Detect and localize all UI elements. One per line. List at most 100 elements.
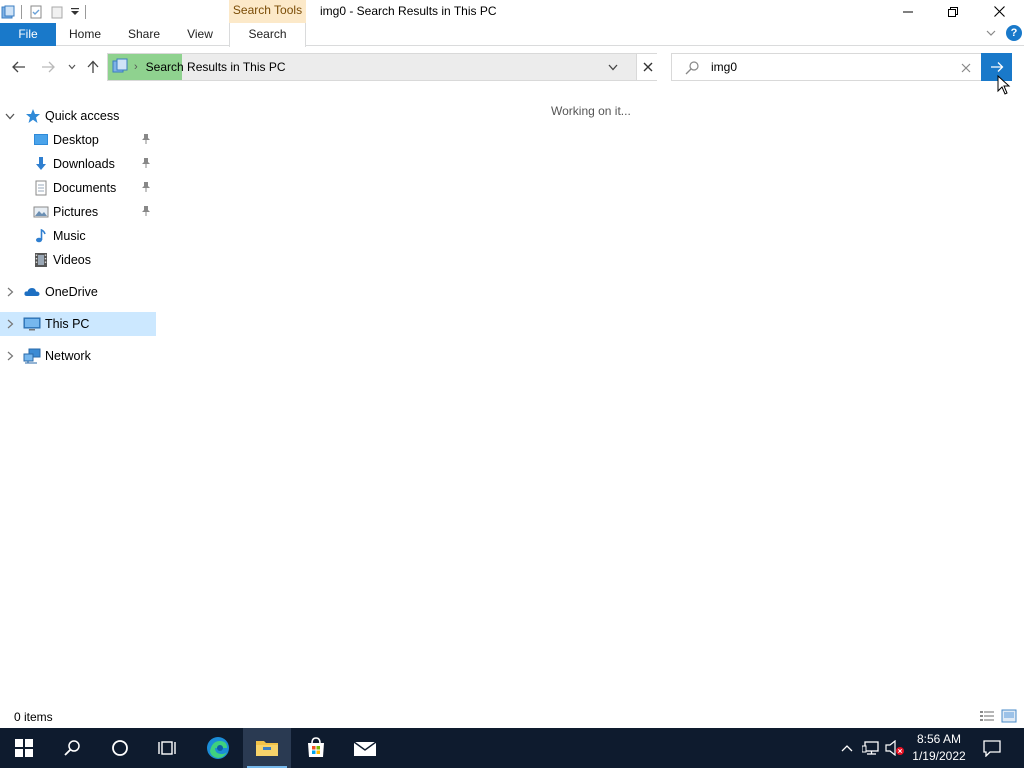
stop-search-button[interactable] <box>636 54 658 80</box>
up-arrow-icon <box>87 60 99 73</box>
title-bar: Search Tools img0 - Search Results in Th… <box>0 0 1024 23</box>
navigation-bar: › Search Results in This PC img0 <box>0 47 1024 95</box>
working-status-message: Working on it... <box>551 104 631 118</box>
breadcrumb-current[interactable]: Search Results in This PC <box>146 60 286 74</box>
address-bar[interactable]: › Search Results in This PC <box>107 53 658 81</box>
music-icon <box>33 228 49 244</box>
tab-share[interactable]: Share <box>122 23 166 46</box>
forward-arrow-icon <box>42 61 55 73</box>
microsoft-store-taskbar-button[interactable] <box>292 728 340 768</box>
sidebar-item-label: This PC <box>45 317 90 331</box>
clear-search-button[interactable] <box>958 60 974 76</box>
customize-qat-icon[interactable] <box>70 4 80 20</box>
notifications-icon <box>983 740 1001 757</box>
sidebar-item-label: Network <box>45 349 91 363</box>
videos-icon <box>33 252 49 268</box>
windows-logo-icon <box>15 739 33 757</box>
sidebar-item-downloads[interactable]: Downloads <box>0 152 156 176</box>
search-box[interactable]: img0 <box>671 53 1012 81</box>
tab-file[interactable]: File <box>0 23 56 46</box>
chevron-right-icon[interactable] <box>4 318 16 330</box>
network-tray-button[interactable] <box>860 728 882 768</box>
pin-icon <box>141 157 153 171</box>
window-title: img0 - Search Results in This PC <box>320 4 497 18</box>
sidebar-item-videos[interactable]: Videos <box>0 248 156 272</box>
pictures-icon <box>33 204 49 220</box>
tab-view[interactable]: View <box>180 23 220 46</box>
ribbon-right-controls: ? <box>986 25 1022 41</box>
cortana-button[interactable] <box>96 728 144 768</box>
sidebar-item-label: Pictures <box>53 205 99 219</box>
forward-button[interactable] <box>38 57 58 77</box>
new-folder-icon[interactable] <box>49 4 65 20</box>
sidebar-item-label: Quick access <box>45 109 120 123</box>
sidebar-item-this-pc[interactable]: This PC <box>0 312 156 336</box>
show-hidden-icons-button[interactable] <box>838 728 856 768</box>
sidebar-item-label: Documents <box>53 181 117 195</box>
sidebar-item-label: Videos <box>53 253 91 267</box>
help-icon[interactable]: ? <box>1006 25 1022 41</box>
back-arrow-icon <box>12 61 25 73</box>
sidebar-item-quick-access[interactable]: Quick access <box>0 104 156 128</box>
back-button[interactable] <box>9 57 29 77</box>
close-icon <box>643 62 652 72</box>
star-icon <box>25 108 41 124</box>
store-icon <box>308 737 324 757</box>
quick-access-toolbar <box>0 2 92 22</box>
search-input[interactable]: img0 <box>711 60 737 74</box>
mouse-cursor-icon <box>997 74 1011 98</box>
sidebar-item-onedrive[interactable]: OneDrive <box>0 280 156 304</box>
close-button[interactable] <box>976 0 1022 23</box>
chevron-up-icon <box>841 745 853 752</box>
address-history-button[interactable] <box>605 59 621 75</box>
sidebar-item-music[interactable]: Music <box>0 224 156 248</box>
taskbar-clock[interactable]: 8:56 AM 1/19/2022 <box>908 731 970 765</box>
network-status-icon <box>862 741 879 755</box>
details-view-icon[interactable] <box>979 709 995 725</box>
pin-icon <box>141 181 153 195</box>
clock-time: 8:56 AM <box>916 732 962 746</box>
large-icons-view-icon[interactable] <box>1001 709 1017 725</box>
file-explorer-icon <box>256 741 278 756</box>
chevron-right-icon[interactable] <box>4 286 16 298</box>
tab-search[interactable]: Search <box>229 23 306 47</box>
search-icon <box>64 740 80 756</box>
start-button[interactable] <box>0 728 48 768</box>
up-button[interactable] <box>83 57 103 77</box>
volume-tray-button[interactable] <box>884 728 906 768</box>
clear-icon <box>961 63 971 73</box>
sidebar-item-desktop[interactable]: Desktop <box>0 128 156 152</box>
network-icon <box>23 348 41 364</box>
taskbar-search-button[interactable] <box>48 728 96 768</box>
edge-taskbar-button[interactable] <box>194 728 242 768</box>
explorer-app-icon[interactable] <box>0 4 16 20</box>
taskbar: 8:56 AM 1/19/2022 <box>0 728 1024 768</box>
address-breadcrumb: › Search Results in This PC <box>112 54 286 80</box>
sidebar-item-network[interactable]: Network <box>0 344 156 368</box>
task-view-button[interactable] <box>144 728 192 768</box>
qat-separator <box>21 5 22 19</box>
sidebar-item-documents[interactable]: Documents <box>0 176 156 200</box>
expand-ribbon-icon[interactable] <box>986 26 996 40</box>
task-view-icon <box>158 741 176 755</box>
mail-taskbar-button[interactable] <box>341 728 389 768</box>
file-explorer-taskbar-button[interactable] <box>243 728 291 768</box>
search-results-icon <box>112 58 128 77</box>
restore-button[interactable] <box>930 0 976 23</box>
minimize-button[interactable] <box>885 0 931 23</box>
chevron-right-icon[interactable] <box>4 350 16 362</box>
desktop-folder-icon <box>33 132 49 148</box>
breadcrumb-chevron-icon[interactable]: › <box>134 61 138 73</box>
chevron-down-icon[interactable] <box>4 110 16 122</box>
volume-muted-icon <box>885 740 904 756</box>
this-pc-icon <box>23 316 41 332</box>
sidebar-item-label: Downloads <box>53 157 115 171</box>
tab-home[interactable]: Home <box>62 23 108 46</box>
qat-separator <box>85 5 86 19</box>
cortana-icon <box>112 740 128 756</box>
recent-locations-button[interactable] <box>62 57 82 77</box>
sidebar-item-pictures[interactable]: Pictures <box>0 200 156 224</box>
pin-icon <box>141 205 153 219</box>
action-center-button[interactable] <box>978 728 1006 768</box>
properties-icon[interactable] <box>28 4 44 20</box>
